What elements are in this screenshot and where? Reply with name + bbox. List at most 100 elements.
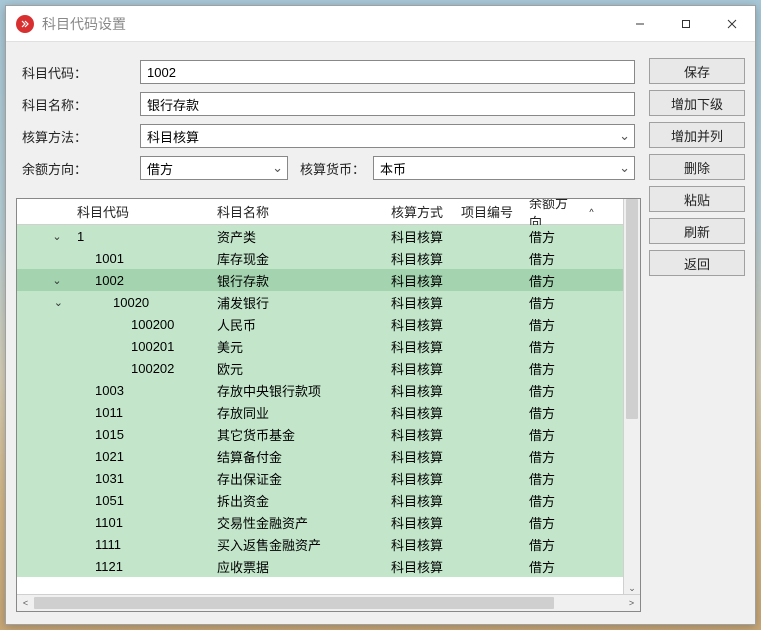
hscroll-right-icon[interactable]: > bbox=[623, 595, 640, 611]
cell-code: 1031 bbox=[71, 471, 211, 486]
cell-method: 科目核算 bbox=[385, 535, 455, 554]
cell-dir: 借方 bbox=[523, 315, 583, 334]
table-row[interactable]: 1001库存现金科目核算借方 bbox=[17, 247, 640, 269]
cell-dir: 借方 bbox=[523, 403, 583, 422]
cell-dir: 借方 bbox=[523, 359, 583, 378]
cell-method: 科目核算 bbox=[385, 403, 455, 422]
cell-name: 库存现金 bbox=[211, 249, 385, 268]
back-button[interactable]: 返回 bbox=[649, 250, 745, 276]
content-area: 科目代码： 科目名称： 核算方法： 科目核算 ⌄ 余额方向： bbox=[6, 42, 755, 624]
cell-dir: 借方 bbox=[523, 557, 583, 576]
cell-name: 银行存款 bbox=[211, 271, 385, 290]
chevron-down-icon: ⌄ bbox=[619, 160, 630, 176]
cell-name: 美元 bbox=[211, 337, 385, 356]
label-currency: 核算货币： bbox=[300, 159, 365, 178]
cell-method: 科目核算 bbox=[385, 425, 455, 444]
refresh-button[interactable]: 刷新 bbox=[649, 218, 745, 244]
maximize-button[interactable] bbox=[663, 6, 709, 41]
cell-method: 科目核算 bbox=[385, 447, 455, 466]
cell-dir: 借方 bbox=[523, 513, 583, 532]
vertical-scrollbar[interactable]: ⌄ bbox=[623, 199, 640, 597]
cell-code: 1121 bbox=[71, 559, 211, 574]
vscroll-track[interactable] bbox=[624, 199, 640, 580]
table-row[interactable]: 100202欧元科目核算借方 bbox=[17, 357, 640, 379]
vscroll-thumb[interactable] bbox=[626, 199, 638, 419]
select-method[interactable]: 科目核算 ⌄ bbox=[140, 124, 635, 148]
cell-name: 存放中央银行款项 bbox=[211, 381, 385, 400]
cell-name: 买入返售金融资产 bbox=[211, 535, 385, 554]
cell-code: 1101 bbox=[71, 515, 211, 530]
input-code[interactable] bbox=[140, 60, 635, 84]
save-button[interactable]: 保存 bbox=[649, 58, 745, 84]
delete-button[interactable]: 删除 bbox=[649, 154, 745, 180]
cell-code: 1003 bbox=[71, 383, 211, 398]
row-code: 科目代码： bbox=[22, 60, 635, 84]
cell-name: 结算备付金 bbox=[211, 447, 385, 466]
table-row[interactable]: 1101交易性金融资产科目核算借方 bbox=[17, 511, 640, 533]
expand-cell: ⌄ bbox=[17, 274, 71, 287]
col-code-header[interactable]: 科目代码 bbox=[71, 202, 211, 221]
cell-method: 科目核算 bbox=[385, 337, 455, 356]
expander-icon[interactable]: ⌄ bbox=[51, 274, 63, 287]
expand-cell: ⌄ bbox=[17, 230, 71, 243]
window-buttons bbox=[617, 6, 755, 41]
select-dir[interactable]: 借方 ⌄ bbox=[140, 156, 288, 180]
cell-name: 人民币 bbox=[211, 315, 385, 334]
cell-code: 100201 bbox=[71, 339, 211, 354]
col-proj-header[interactable]: 项目编号 bbox=[455, 202, 523, 221]
table-row[interactable]: 1121应收票据科目核算借方 bbox=[17, 555, 640, 577]
col-method-header[interactable]: 核算方式 bbox=[385, 202, 455, 221]
cell-dir: 借方 bbox=[523, 271, 583, 290]
hscroll-left-icon[interactable]: < bbox=[17, 595, 34, 611]
expander-icon[interactable]: ⌄ bbox=[54, 296, 63, 309]
cell-dir: 借方 bbox=[523, 249, 583, 268]
col-name-header[interactable]: 科目名称 bbox=[211, 202, 385, 221]
hscroll-thumb[interactable] bbox=[34, 597, 554, 609]
table-row[interactable]: 100201美元科目核算借方 bbox=[17, 335, 640, 357]
add-child-button[interactable]: 增加下级 bbox=[649, 90, 745, 116]
cell-dir: 借方 bbox=[523, 381, 583, 400]
table-row[interactable]: ⌄1002银行存款科目核算借方 bbox=[17, 269, 640, 291]
chevron-down-icon: ⌄ bbox=[272, 160, 283, 176]
table-row[interactable]: 1031存出保证金科目核算借方 bbox=[17, 467, 640, 489]
chevron-down-icon: ⌄ bbox=[619, 128, 630, 144]
cell-code: 1051 bbox=[71, 493, 211, 508]
table-body: ⌄1资产类科目核算借方1001库存现金科目核算借方⌄1002银行存款科目核算借方… bbox=[17, 225, 640, 611]
table-row[interactable]: 100200人民币科目核算借方 bbox=[17, 313, 640, 335]
cell-method: 科目核算 bbox=[385, 381, 455, 400]
cell-method: 科目核算 bbox=[385, 513, 455, 532]
minimize-button[interactable] bbox=[617, 6, 663, 41]
table-row[interactable]: 1011存放同业科目核算借方 bbox=[17, 401, 640, 423]
cell-method: 科目核算 bbox=[385, 227, 455, 246]
table-row[interactable]: 1021结算备付金科目核算借方 bbox=[17, 445, 640, 467]
expander-icon[interactable]: ⌄ bbox=[51, 230, 63, 243]
add-sibling-button[interactable]: 增加并列 bbox=[649, 122, 745, 148]
row-method: 核算方法： 科目核算 ⌄ bbox=[22, 124, 635, 148]
cell-code: 10020 bbox=[71, 295, 211, 310]
cell-dir: 借方 bbox=[523, 293, 583, 312]
app-icon bbox=[16, 15, 34, 33]
horizontal-scrollbar[interactable]: < > bbox=[17, 594, 640, 611]
select-currency[interactable]: 本币 ⌄ bbox=[373, 156, 635, 180]
label-code: 科目代码： bbox=[22, 63, 140, 82]
table-row[interactable]: 1003存放中央银行款项科目核算 借方 bbox=[17, 379, 640, 401]
cell-code: 1002 bbox=[71, 273, 211, 288]
close-button[interactable] bbox=[709, 6, 755, 41]
cell-method: 科目核算 bbox=[385, 315, 455, 334]
table-row[interactable]: 1051拆出资金科目核算借方 bbox=[17, 489, 640, 511]
table-row[interactable]: ⌄10020浦发银行科目核算借方 bbox=[17, 291, 640, 313]
table-header: 科目代码 科目名称 核算方式 项目编号 余额方向 ^ bbox=[17, 199, 640, 225]
cell-name: 拆出资金 bbox=[211, 491, 385, 510]
hscroll-track[interactable] bbox=[34, 595, 623, 611]
paste-button[interactable]: 粘贴 bbox=[649, 186, 745, 212]
table-row[interactable]: 1015其它货币基金科目核算借方 bbox=[17, 423, 640, 445]
app-window: 科目代码设置 科目代码： 科目名称： 核算方法： 科目 bbox=[5, 5, 756, 625]
cell-name: 资产类 bbox=[211, 227, 385, 246]
cell-code: 1011 bbox=[71, 405, 211, 420]
row-name: 科目名称： bbox=[22, 92, 635, 116]
label-method: 核算方法： bbox=[22, 127, 140, 146]
cell-dir: 借方 bbox=[523, 535, 583, 554]
table-row[interactable]: 1111买入返售金融资产科目核算借方 bbox=[17, 533, 640, 555]
table-row[interactable]: ⌄1资产类科目核算借方 bbox=[17, 225, 640, 247]
input-name[interactable] bbox=[140, 92, 635, 116]
